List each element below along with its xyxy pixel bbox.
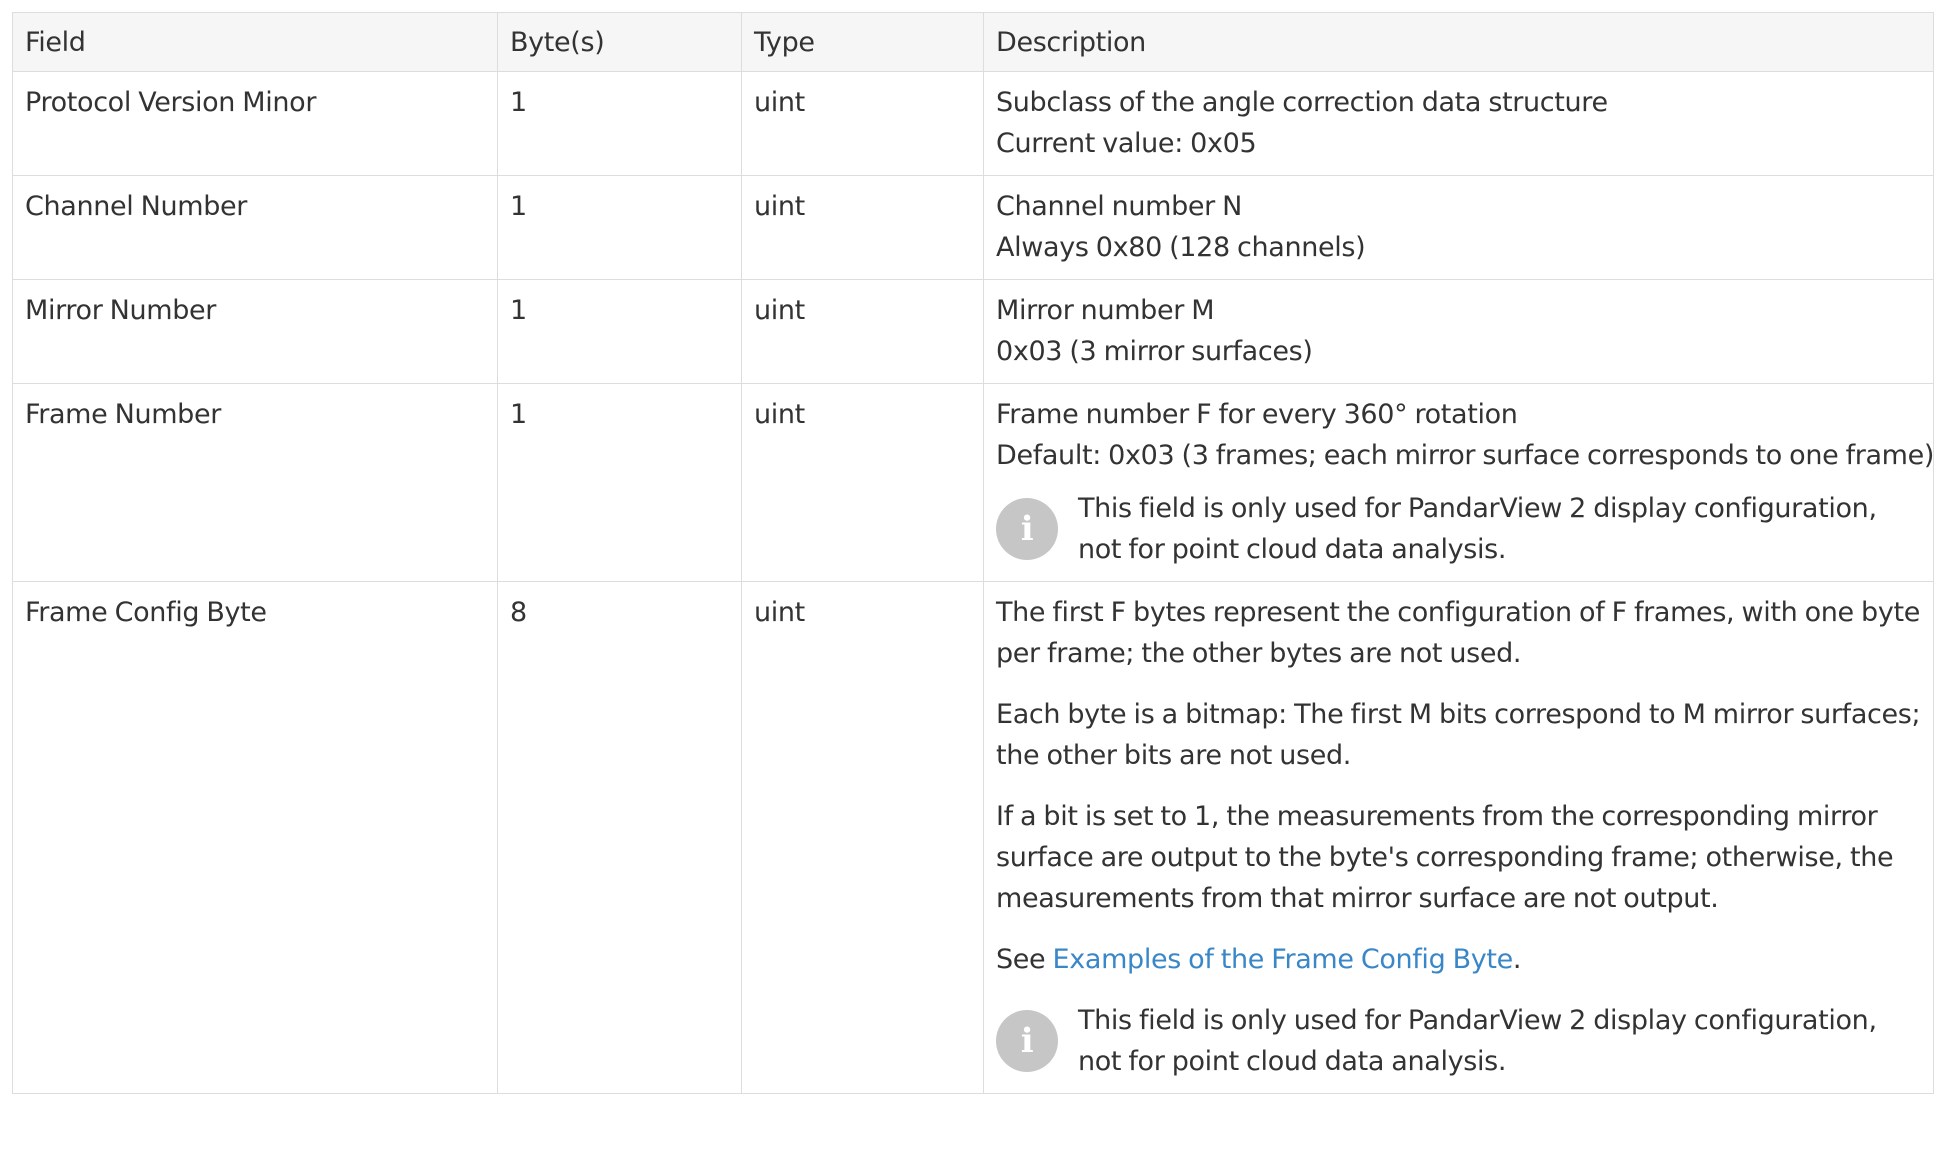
- table-row: Frame Config Byte 8 uint The first F byt…: [12, 581, 1934, 1094]
- cell-type: uint: [741, 383, 984, 582]
- cell-bytes: 1: [497, 71, 742, 176]
- table-row: Mirror Number 1 uint Mirror number M 0x0…: [12, 279, 1934, 384]
- description-line: Frame number F for every 360° rotation: [996, 399, 1518, 430]
- cell-type: uint: [741, 175, 984, 280]
- cell-field: Frame Number: [12, 383, 498, 582]
- cell-description: Frame number F for every 360° rotation D…: [983, 383, 1934, 582]
- note-line: not for point cloud data analysis.: [1078, 1046, 1507, 1077]
- description-paragraph: The first F bytes represent the configur…: [996, 592, 1921, 674]
- description-line: Mirror number M: [996, 295, 1215, 326]
- cell-field: Protocol Version Minor: [12, 71, 498, 176]
- page: Field Byte(s) Type Description Protocol …: [0, 0, 1934, 1154]
- description-paragraph: Each byte is a bitmap: The first M bits …: [996, 694, 1921, 776]
- description-line: measurements from that mirror surface ar…: [996, 883, 1719, 914]
- cell-type: uint: [741, 71, 984, 176]
- see-prefix: See: [996, 944, 1053, 975]
- cell-type: uint: [741, 279, 984, 384]
- note-line: This field is only used for PandarView 2…: [1078, 493, 1877, 524]
- table-row: Channel Number 1 uint Channel number N A…: [12, 175, 1934, 280]
- cell-description: Subclass of the angle correction data st…: [983, 71, 1934, 176]
- description-line: Current value: 0x05: [996, 128, 1257, 159]
- description-line: Default: 0x03 (3 frames; each mirror sur…: [996, 440, 1934, 471]
- table-row: Frame Number 1 uint Frame number F for e…: [12, 383, 1934, 582]
- description-line: per frame; the other bytes are not used.: [996, 638, 1522, 669]
- frame-config-examples-link[interactable]: Examples of the Frame Config Byte: [1053, 944, 1514, 975]
- description-paragraph: If a bit is set to 1, the measurements f…: [996, 796, 1921, 919]
- header-description: Description: [983, 12, 1934, 72]
- note-line: This field is only used for PandarView 2…: [1078, 1005, 1877, 1036]
- header-bytes: Byte(s): [497, 12, 742, 72]
- description-line: Always 0x80 (128 channels): [996, 232, 1366, 263]
- description-line: the other bits are not used.: [996, 740, 1352, 771]
- description-line: surface are output to the byte's corresp…: [996, 842, 1894, 873]
- info-note: i This field is only used for PandarView…: [996, 1000, 1921, 1082]
- field-table: Field Byte(s) Type Description Protocol …: [12, 12, 1934, 1094]
- header-type: Type: [741, 12, 984, 72]
- description-line: Subclass of the angle correction data st…: [996, 87, 1608, 118]
- cell-field: Frame Config Byte: [12, 581, 498, 1094]
- note-text: This field is only used for PandarView 2…: [1078, 488, 1877, 570]
- table-header-row: Field Byte(s) Type Description: [12, 12, 1934, 72]
- see-suffix: .: [1512, 944, 1522, 975]
- cell-bytes: 1: [497, 175, 742, 280]
- header-field: Field: [12, 12, 498, 72]
- see-also-paragraph: See Examples of the Frame Config Byte.: [996, 939, 1921, 980]
- description-line: Each byte is a bitmap: The first M bits …: [996, 699, 1921, 730]
- note-line: not for point cloud data analysis.: [1078, 534, 1507, 565]
- info-icon: i: [996, 498, 1058, 560]
- table-row: Protocol Version Minor 1 uint Subclass o…: [12, 71, 1934, 176]
- cell-bytes: 1: [497, 383, 742, 582]
- cell-bytes: 8: [497, 581, 742, 1094]
- cell-bytes: 1: [497, 279, 742, 384]
- note-text: This field is only used for PandarView 2…: [1078, 1000, 1877, 1082]
- description-line: Channel number N: [996, 191, 1242, 222]
- description-line: The first F bytes represent the configur…: [996, 597, 1920, 628]
- info-note: i This field is only used for PandarView…: [996, 488, 1921, 570]
- description-line: If a bit is set to 1, the measurements f…: [996, 801, 1878, 832]
- cell-field: Channel Number: [12, 175, 498, 280]
- info-icon: i: [996, 1010, 1058, 1072]
- cell-field: Mirror Number: [12, 279, 498, 384]
- description-line: 0x03 (3 mirror surfaces): [996, 336, 1313, 367]
- cell-description: Mirror number M 0x03 (3 mirror surfaces): [983, 279, 1934, 384]
- cell-description: The first F bytes represent the configur…: [983, 581, 1934, 1094]
- cell-description: Channel number N Always 0x80 (128 channe…: [983, 175, 1934, 280]
- cell-type: uint: [741, 581, 984, 1094]
